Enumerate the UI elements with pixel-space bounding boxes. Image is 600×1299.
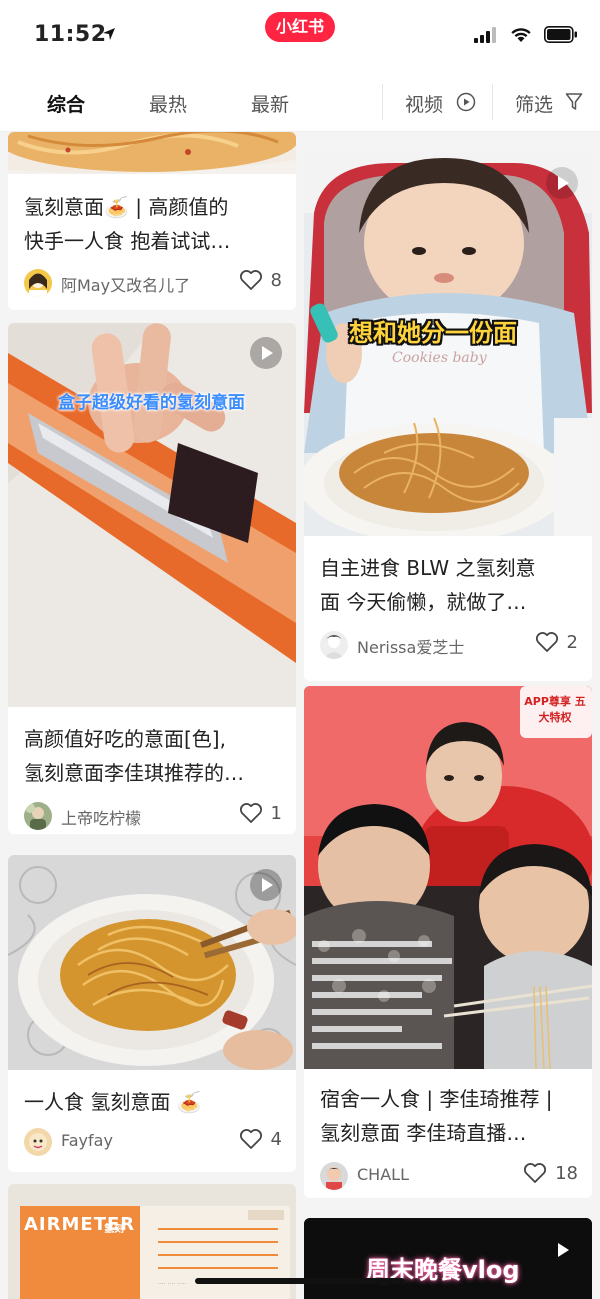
- svg-text:···· ···· ·····: ···· ···· ·····: [158, 1281, 187, 1288]
- tab-newest[interactable]: 最新: [251, 90, 289, 117]
- play-icon: [546, 1234, 578, 1266]
- note-card[interactable]: 周末晚餐vlog: [304, 1218, 592, 1299]
- heart-icon: [535, 632, 558, 652]
- note-title-line: 氢刻意面🍝 | 高颜值的: [24, 195, 229, 219]
- like-count: 18: [555, 1162, 578, 1184]
- wifi-icon: [511, 27, 531, 42]
- like-count: 4: [270, 1128, 282, 1150]
- play-circle-icon[interactable]: [456, 92, 476, 112]
- app-logo: 小红书: [265, 12, 335, 42]
- filter-icon[interactable]: [565, 92, 583, 112]
- heart-icon: [239, 803, 262, 823]
- note-title-line: 快手一人食 抱着试试…: [24, 229, 231, 253]
- location-arrow-icon: [103, 28, 115, 40]
- heart-icon: [524, 1163, 547, 1183]
- bib-text: Cookies baby: [392, 350, 487, 366]
- play-icon: [250, 869, 282, 901]
- results-feed[interactable]: 氢刻意面🍝 | 高颜值的 快手一人食 抱着试试… 阿May又改名儿了 8 盒子超…: [0, 132, 600, 1299]
- note-cover-image: 盒子超级好看的氢刻意面: [8, 323, 296, 707]
- note-card[interactable]: 氢刻意面🍝 | 高颜值的 快手一人食 抱着试试… 阿May又改名儿了 8: [8, 132, 296, 310]
- avatar[interactable]: [24, 1128, 52, 1156]
- search-tab-bar: 综合 最热 最新 视频 筛选: [0, 74, 600, 132]
- tab-comprehensive[interactable]: 综合: [47, 90, 85, 117]
- note-title-line: 氢刻意面 李佳琦直播…: [320, 1121, 527, 1145]
- note-cover-image: [8, 132, 296, 174]
- tab-divider: [492, 84, 493, 120]
- like-count: 1: [270, 802, 282, 824]
- like-count: 2: [566, 631, 578, 653]
- status-time: 11:52: [34, 22, 107, 47]
- like-button[interactable]: 8: [239, 269, 282, 291]
- avatar[interactable]: [24, 269, 52, 297]
- note-title-line: 宿舍一人食 | 李佳琦推荐 |: [320, 1087, 553, 1111]
- like-button[interactable]: 4: [239, 1128, 282, 1150]
- cover-caption: 盒子超级好看的氢刻意面: [58, 393, 245, 413]
- system-icons: [474, 26, 578, 43]
- play-icon: [250, 337, 282, 369]
- heart-icon: [239, 270, 262, 290]
- note-cover-image: APP尊享 五大特权: [304, 686, 592, 1069]
- tab-hottest[interactable]: 最热: [149, 90, 187, 117]
- tab-video[interactable]: 视频: [405, 90, 443, 117]
- signal-icon: [474, 26, 496, 43]
- note-cover-image: 周末晚餐vlog: [304, 1218, 592, 1299]
- note-title-line: 高颜值好吃的意面[色],: [24, 727, 226, 751]
- battery-icon: [544, 26, 577, 43]
- note-title-line: 自主进食 BLW 之氢刻意: [320, 556, 536, 580]
- heart-icon: [239, 1129, 262, 1149]
- note-title-line: 氢刻意面李佳琪推荐的…: [24, 761, 244, 785]
- avatar[interactable]: [24, 802, 52, 830]
- note-cover-image: 想和她分一份面 Cookies baby: [304, 153, 592, 536]
- like-button[interactable]: 1: [239, 802, 282, 824]
- note-card[interactable]: 一人食 氢刻意面 🍝 Fayfay 4: [8, 855, 296, 1172]
- author-name[interactable]: Fayfay: [61, 1131, 113, 1150]
- cover-caption: 想和她分一份面: [349, 319, 517, 347]
- author-name[interactable]: 阿May又改名儿了: [61, 272, 190, 296]
- avatar[interactable]: [320, 1162, 348, 1190]
- home-indicator[interactable]: [195, 1278, 405, 1284]
- note-cover-image: [8, 855, 296, 1070]
- note-card[interactable]: 想和她分一份面 Cookies baby 自主进食 BLW 之氢刻意 面 今天偷…: [304, 153, 592, 681]
- note-title-line: 一人食 氢刻意面 🍝: [24, 1090, 202, 1114]
- promo-badge: APP尊享 五大特权: [524, 695, 586, 724]
- tab-divider: [382, 84, 383, 120]
- like-button[interactable]: 2: [535, 631, 578, 653]
- author-name[interactable]: Nerissa爱芝士: [357, 634, 464, 658]
- note-card[interactable]: APP尊享 五大特权 宿舍一人食 | 李佳琦推荐 | 氢刻意面 李佳琦直播… C…: [304, 686, 592, 1198]
- tab-filter[interactable]: 筛选: [515, 90, 553, 117]
- like-count: 8: [270, 269, 282, 291]
- author-name[interactable]: 上帝吃柠檬: [61, 805, 141, 829]
- avatar[interactable]: [320, 631, 348, 659]
- note-title-line: 面 今天偷懒，就做了…: [320, 590, 527, 614]
- author-name[interactable]: CHALL: [357, 1165, 409, 1184]
- cover-caption-sub: 氢刻: [104, 1224, 124, 1235]
- play-icon: [546, 167, 578, 199]
- note-card[interactable]: 盒子超级好看的氢刻意面 高颜值好吃的意面[色], 氢刻意面李佳琪推荐的… 上帝吃…: [8, 323, 296, 834]
- like-button[interactable]: 18: [523, 1162, 578, 1184]
- status-bar: 11:52 小红书: [0, 0, 600, 74]
